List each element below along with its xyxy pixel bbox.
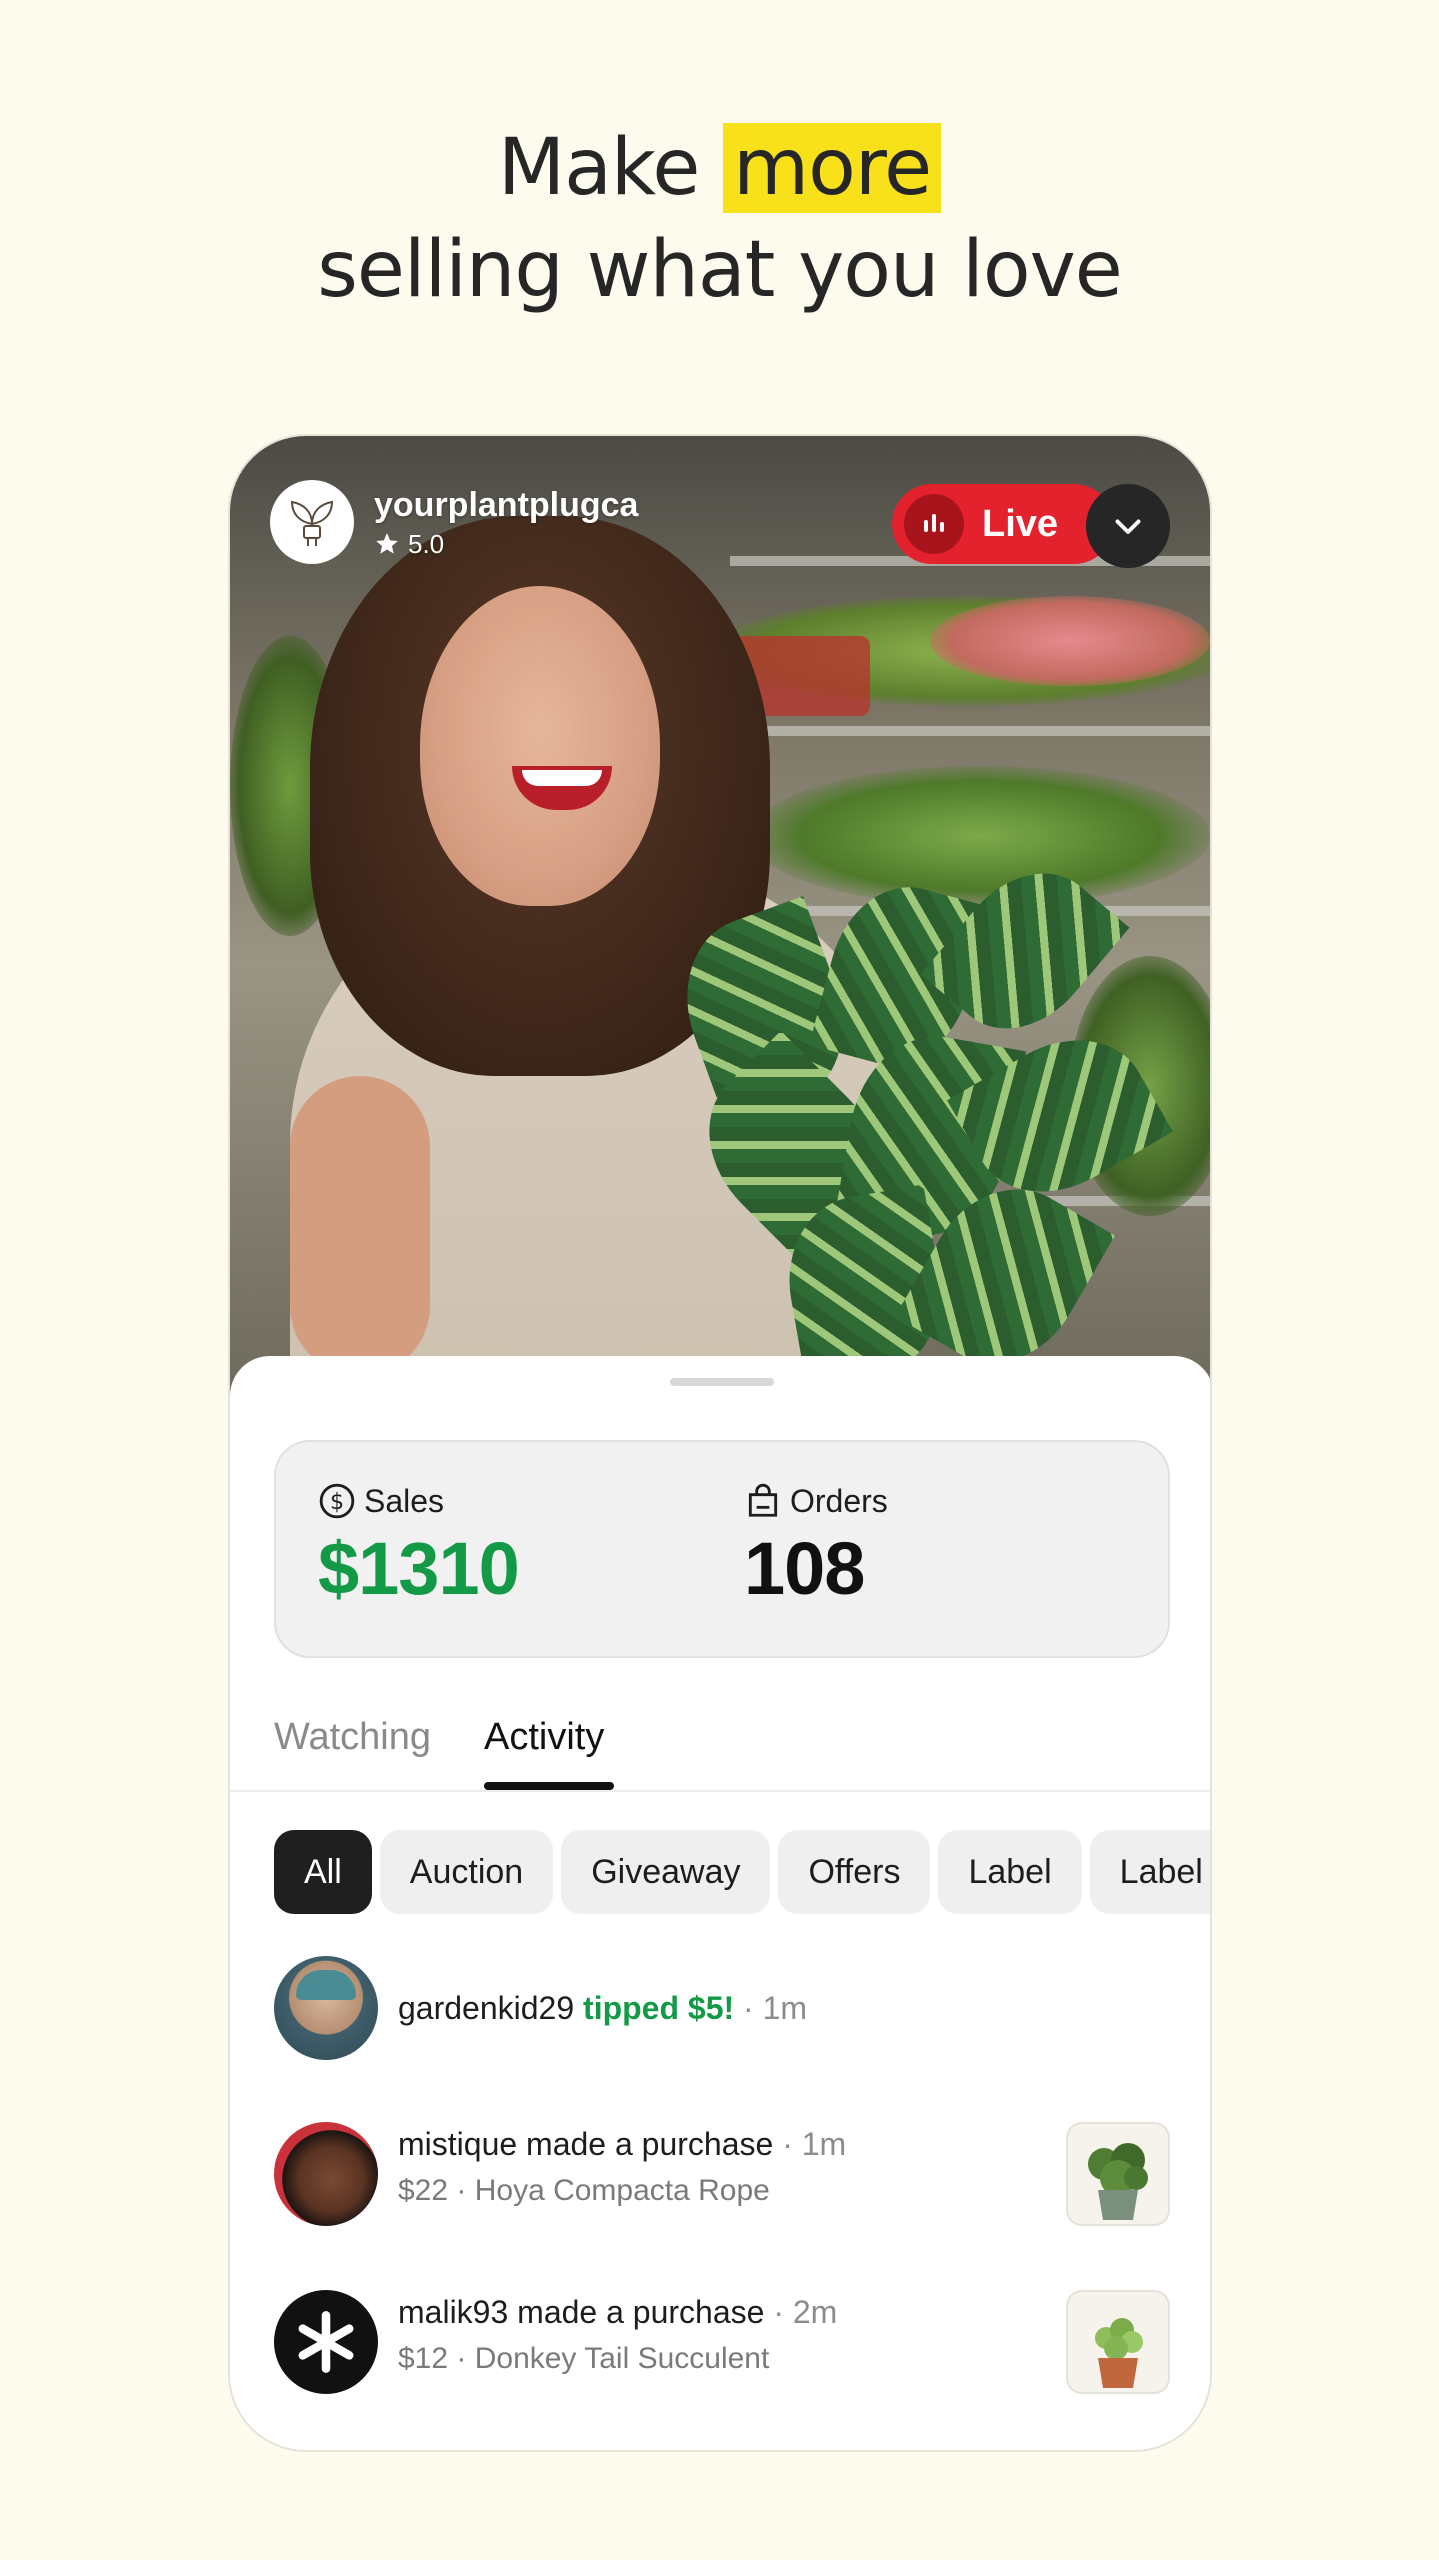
live-video[interactable]: yourplantplugca 5.0 Live [230, 436, 1210, 1396]
filter-chip-offers[interactable]: Offers [778, 1830, 931, 1914]
person-face [420, 586, 660, 906]
avatar[interactable] [274, 2290, 378, 2394]
dollar-icon: $ [319, 1483, 355, 1519]
seller-rating-value: 5.0 [408, 528, 445, 559]
live-bars-icon [904, 494, 964, 554]
shopping-bag-icon [748, 1483, 778, 1517]
phone-mockup: yourplantplugca 5.0 Live $ Sales $1310 O… [228, 434, 1212, 2452]
orders-label: Orders [790, 1482, 888, 1519]
headline-highlight: more [723, 123, 942, 213]
seller-avatar[interactable] [270, 480, 354, 564]
avatar[interactable] [274, 2122, 378, 2226]
tab-activity[interactable]: Activity [484, 1716, 604, 1759]
orders-value: 108 [744, 1527, 865, 1610]
headline-prefix: Make [497, 123, 700, 213]
seller-rating: 5.0 [374, 529, 638, 560]
activity-detail: $22 · Hoya Compacta Rope [398, 2174, 770, 2207]
avatar-beanie [296, 1970, 356, 2000]
shelf-plants [930, 596, 1210, 686]
list-item[interactable]: mistique made a purchase · 1m $22 · Hoya… [274, 2122, 1170, 2226]
list-item[interactable]: gardenkid29 tipped $5! · 1m [274, 1956, 1170, 2060]
headline: Make more selling what you love [0, 118, 1439, 320]
filter-chip-label[interactable]: Label [938, 1830, 1082, 1914]
succulent-pot-icon [1095, 2318, 1143, 2388]
star-icon [376, 533, 398, 554]
activity-user[interactable]: gardenkid29 [398, 1990, 574, 2026]
activity-detail: $12 · Donkey Tail Succulent [398, 2342, 770, 2375]
filter-chips: All Auction Giveaway Offers Label Label [274, 1830, 1210, 1914]
sheet-grabber[interactable] [670, 1378, 774, 1386]
shelf-plants [750, 766, 1210, 906]
filter-chip-giveaway[interactable]: Giveaway [561, 1830, 771, 1914]
sales-label: Sales [364, 1482, 445, 1519]
activity-action: made a purchase [517, 2294, 765, 2330]
plant-plug-icon [290, 500, 334, 546]
chevron-down-icon [1115, 519, 1141, 534]
sales-stat: $ Sales $1310 [318, 1482, 520, 1611]
asterisk-icon [298, 2311, 354, 2373]
svg-text:$: $ [330, 1489, 344, 1515]
live-badge[interactable]: Live [892, 484, 1114, 564]
activity-text: malik93 made a purchase · 2m [398, 2294, 838, 2330]
activity-text: gardenkid29 tipped $5! · 1m [398, 1990, 808, 2026]
sales-value: $1310 [318, 1527, 520, 1610]
activity-action: made a purchase [526, 2126, 774, 2162]
activity-text: mistique made a purchase · 1m [398, 2126, 847, 2162]
filter-chip-label-2[interactable]: Label [1089, 1830, 1210, 1914]
activity-time: 1m [762, 1990, 808, 2026]
activity-user[interactable]: malik93 [398, 2294, 508, 2330]
activity-action: tipped $5! [583, 1990, 735, 2026]
product-thumbnail[interactable] [1066, 2122, 1170, 2226]
collapse-button[interactable] [1086, 484, 1170, 568]
activity-time: 1m [801, 2126, 847, 2162]
activity-sheet: $ Sales $1310 Orders 108 Watching Activi… [230, 1356, 1210, 2450]
avatar[interactable] [274, 1956, 378, 2060]
product-thumbnail[interactable] [1066, 2290, 1170, 2394]
seller-info[interactable]: yourplantplugca 5.0 [270, 480, 638, 564]
person-arm [290, 1076, 430, 1376]
list-item[interactable]: malik93 made a purchase · 2m $12 · Donke… [274, 2290, 1170, 2394]
headline-line1: Make more [0, 118, 1439, 218]
potted-plant-icon [1088, 2143, 1148, 2220]
filter-chip-auction[interactable]: Auction [379, 1830, 554, 1914]
stats-card: $ Sales $1310 Orders 108 [274, 1440, 1170, 1658]
live-label: Live [982, 502, 1059, 545]
tab-watching[interactable]: Watching [274, 1716, 431, 1759]
person-teeth [522, 770, 602, 786]
tab-active-indicator [484, 1782, 614, 1790]
activity-time: 2m [792, 2294, 838, 2330]
headline-line2: selling what you love [317, 225, 1122, 315]
filter-chip-all[interactable]: All [274, 1830, 372, 1914]
activity-tabs: Watching Activity [230, 1696, 1210, 1792]
orders-stat: Orders 108 [744, 1482, 888, 1611]
activity-user[interactable]: mistique [398, 2126, 517, 2162]
seller-name[interactable]: yourplantplugca [374, 485, 638, 525]
